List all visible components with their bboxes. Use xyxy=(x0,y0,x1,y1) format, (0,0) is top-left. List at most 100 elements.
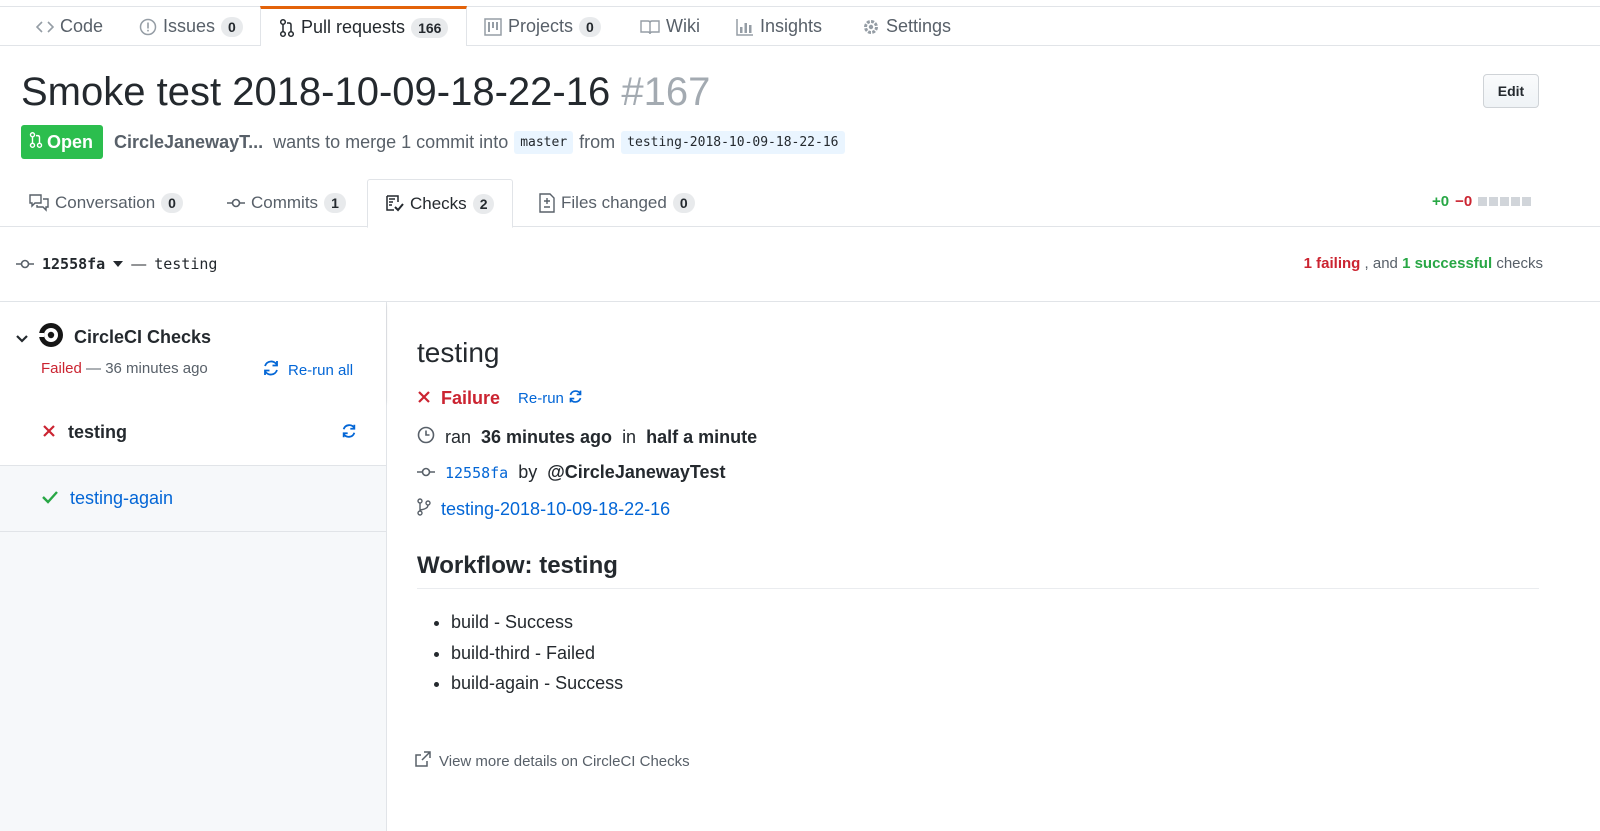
diffstat: +0 −0 xyxy=(1432,193,1532,210)
check-suite-name: CircleCI Checks xyxy=(74,327,212,347)
pr-meta: Open CircleJanewayT... wants to merge 1 … xyxy=(21,125,851,159)
pull-requests-counter: 166 xyxy=(411,17,449,38)
commit-sha: 12558fa xyxy=(42,255,106,273)
commit-separator: — xyxy=(131,255,147,273)
triangle-down-icon xyxy=(113,261,124,267)
checks-counter: 2 xyxy=(472,193,495,214)
check-suite-header[interactable]: CircleCI Checks xyxy=(16,322,211,353)
workflow-heading: Workflow: testing xyxy=(417,552,1539,589)
circleci-logo-icon xyxy=(38,322,64,353)
diff-deletions: −0 xyxy=(1455,193,1473,210)
rerun-all-label: Re-run all xyxy=(288,361,354,379)
conversation-counter: 0 xyxy=(161,193,183,213)
view-details-link[interactable]: View more details on CircleCI Checks xyxy=(415,751,690,771)
tab-pull-requests[interactable]: Pull requests 166 xyxy=(260,6,468,46)
run-duration: half a minute xyxy=(646,427,758,447)
files-changed-counter: 0 xyxy=(672,193,695,213)
tab-code[interactable]: Code xyxy=(36,7,103,46)
pull-request-icon xyxy=(279,18,295,38)
tab-commits[interactable]: Commits 1 xyxy=(227,179,346,227)
diffstat-blocks xyxy=(1478,197,1532,206)
tab-projects[interactable]: Projects 0 xyxy=(484,7,601,46)
commit-bar: 12558fa — testing 1 failing , and 1 succ… xyxy=(0,227,1600,302)
list-item: build-again - Success xyxy=(451,671,623,702)
pull-request-icon xyxy=(29,131,43,154)
commit-icon xyxy=(227,197,245,209)
tab-issues[interactable]: Issues 0 xyxy=(139,7,243,46)
sync-icon xyxy=(262,359,280,381)
tab-files-changed[interactable]: Files changed 0 xyxy=(539,179,695,227)
failing-count: 1 failing xyxy=(1303,255,1361,272)
commit-branch: testing xyxy=(154,255,218,273)
tab-settings-label: Settings xyxy=(886,16,952,36)
ran-prefix: ran xyxy=(445,427,472,447)
pr-title: Smoke test 2018-10-09-18-22-16 xyxy=(21,70,611,114)
tab-commits-label: Commits xyxy=(251,193,319,212)
suite-time: — 36 minutes ago xyxy=(86,360,208,377)
tab-settings[interactable]: Settings xyxy=(862,7,951,46)
tab-conversation-label: Conversation xyxy=(55,193,156,212)
suite-status-failed: Failed xyxy=(41,360,82,377)
book-icon xyxy=(640,19,660,35)
pr-number: #167 xyxy=(621,70,711,114)
base-branch[interactable]: master xyxy=(514,130,574,154)
run-branch-link[interactable]: testing-2018-10-09-18-22-16 xyxy=(441,499,670,520)
run-branch-row: testing-2018-10-09-18-22-16 xyxy=(417,498,670,521)
tab-insights-label: Insights xyxy=(760,16,823,36)
tab-wiki[interactable]: Wiki xyxy=(640,7,700,46)
clock-icon xyxy=(417,426,435,449)
tab-projects-label: Projects xyxy=(508,16,574,36)
check-icon xyxy=(42,488,58,509)
x-icon xyxy=(417,388,431,409)
commit-selector[interactable]: 12558fa — testing xyxy=(16,255,217,273)
status-badge: Open xyxy=(21,125,104,159)
successful-count: 1 successful xyxy=(1402,255,1493,272)
tab-issues-label: Issues xyxy=(163,16,216,36)
tab-conversation[interactable]: Conversation 0 xyxy=(29,179,183,227)
tab-checks[interactable]: Checks 2 xyxy=(367,179,514,228)
head-branch[interactable]: testing-2018-10-09-18-22-16 xyxy=(621,130,845,154)
checks-summary: 1 failing , and 1 successful checks xyxy=(1304,255,1543,272)
run-commit-sha[interactable]: 12558fa xyxy=(445,464,508,482)
git-branch-icon xyxy=(417,498,431,521)
list-item: build-third - Failed xyxy=(451,641,623,672)
diff-additions: +0 xyxy=(1432,193,1450,210)
tab-code-label: Code xyxy=(60,16,104,36)
from-text: from xyxy=(579,131,616,152)
issue-icon xyxy=(139,18,157,36)
edit-button[interactable]: Edit xyxy=(1483,74,1539,108)
chevron-down-icon[interactable] xyxy=(16,327,28,348)
sync-icon[interactable] xyxy=(341,423,357,444)
rerun-button[interactable]: Re-run xyxy=(518,389,583,408)
sync-icon xyxy=(568,389,583,408)
view-details-label: View more details on CircleCI Checks xyxy=(439,752,690,770)
tab-insights[interactable]: Insights xyxy=(736,7,822,46)
repo-nav: Code Issues 0 Pull requests 166 Projects… xyxy=(0,6,1600,46)
code-icon xyxy=(36,20,54,34)
gear-icon xyxy=(862,18,880,36)
check-run-item[interactable]: testing xyxy=(0,400,386,466)
list-item: build - Success xyxy=(451,610,623,641)
job-list: build - Success build-third - Failed bui… xyxy=(451,610,623,702)
checks-text: checks xyxy=(1496,255,1543,272)
run-commit-row: 12558fa by @CircleJanewayTest xyxy=(417,462,726,483)
commit-icon xyxy=(417,462,435,483)
check-run-item[interactable]: testing-again xyxy=(0,466,386,532)
rerun-all-button[interactable]: Re-run all xyxy=(262,359,353,381)
issues-counter: 0 xyxy=(221,16,243,37)
author-link[interactable]: CircleJanewayT... xyxy=(114,132,263,153)
tab-pull-requests-label: Pull requests xyxy=(301,17,406,37)
page-title: Smoke test 2018-10-09-18-22-16 #167 xyxy=(21,70,710,115)
check-run-name: testing-again xyxy=(70,488,174,508)
check-conclusion: Failure xyxy=(441,388,501,408)
projects-counter: 0 xyxy=(579,16,601,37)
tab-wiki-label: Wiki xyxy=(666,16,700,36)
check-detail: testing Failure Re-run ran 36 minutes ag… xyxy=(387,302,1600,831)
in-text: in xyxy=(622,427,637,447)
graph-icon xyxy=(736,18,754,36)
commits-counter: 1 xyxy=(324,193,346,213)
tab-checks-label: Checks xyxy=(410,193,467,213)
checklist-icon xyxy=(386,194,404,213)
file-diff-icon xyxy=(539,193,555,213)
checks-sidebar: CircleCI Checks Failed — 36 minutes ago … xyxy=(0,302,387,831)
